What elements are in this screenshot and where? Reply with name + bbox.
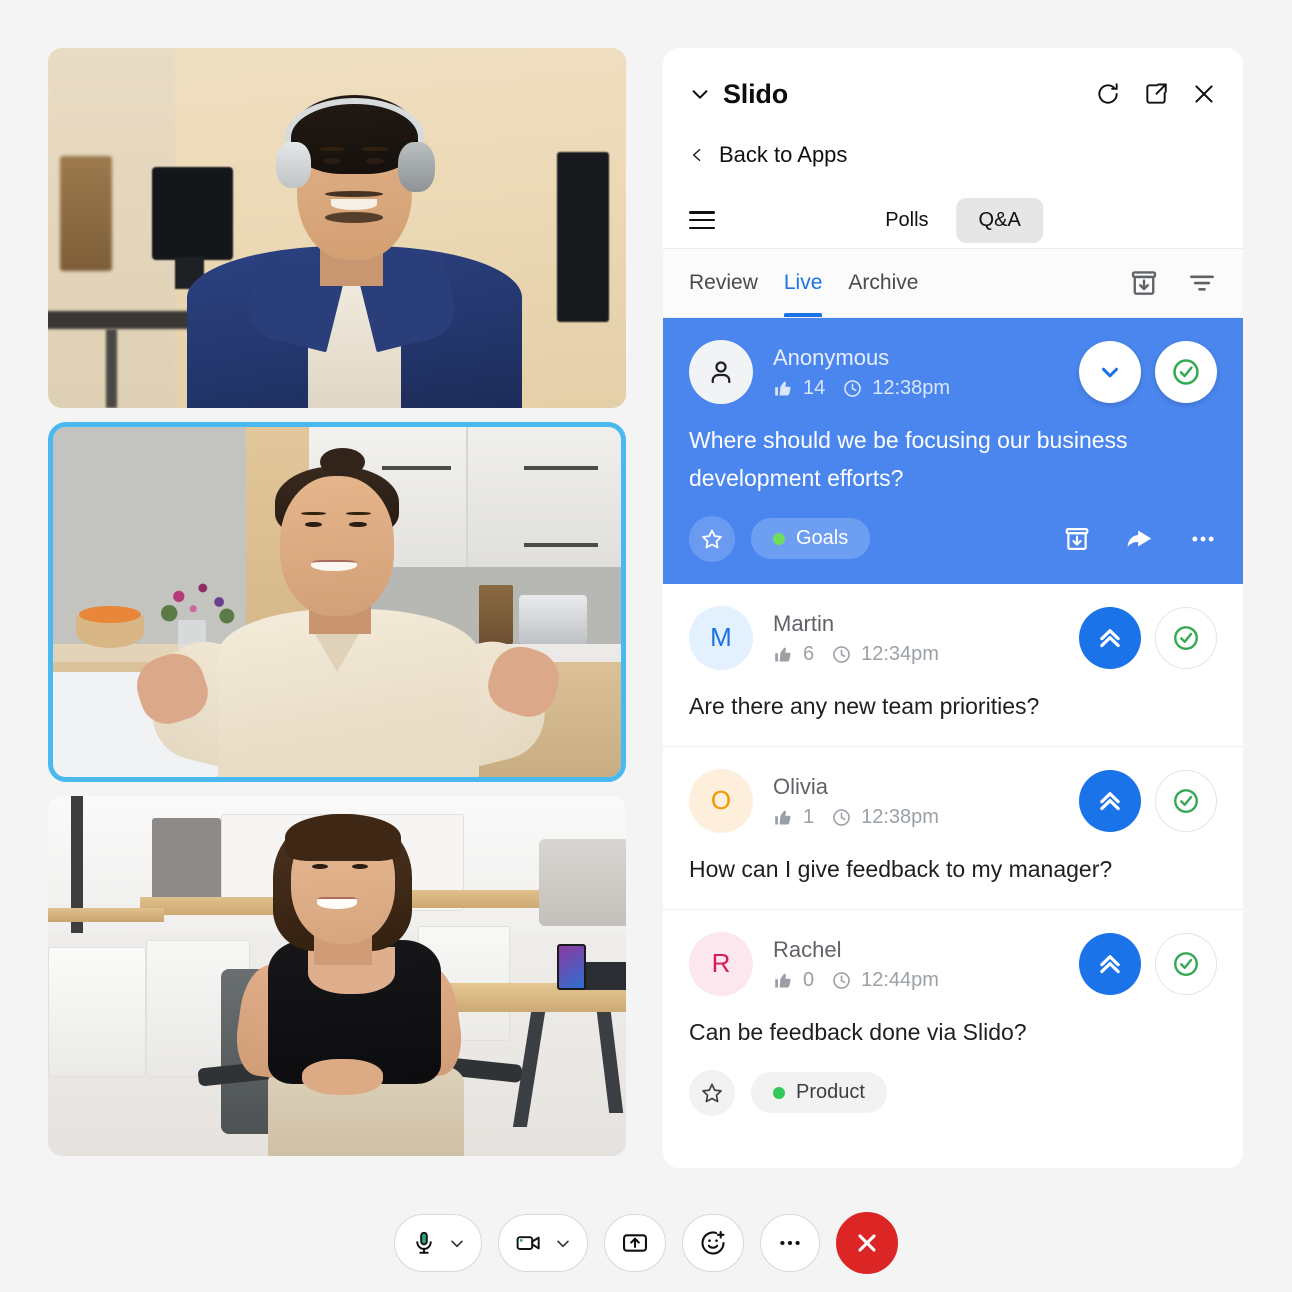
thumbs-up-icon xyxy=(773,644,794,665)
tag-dot-icon xyxy=(773,1086,785,1099)
chevron-down-icon[interactable] xyxy=(689,83,711,105)
hamburger-menu-icon[interactable] xyxy=(689,211,715,229)
close-icon[interactable] xyxy=(1191,81,1217,107)
archive-icon[interactable] xyxy=(1063,525,1091,553)
video-feed-2 xyxy=(53,427,621,777)
like-count: 14 xyxy=(803,376,826,399)
back-to-apps-label: Back to Apps xyxy=(719,142,848,167)
more-horizontal-icon xyxy=(777,1230,803,1256)
participant-tile-2[interactable] xyxy=(48,422,626,782)
question-author: Rachel xyxy=(773,937,842,962)
avatar: O xyxy=(689,768,753,833)
share-screen-icon xyxy=(621,1229,649,1257)
question-card[interactable]: M Martin 6 12:34pm Are there any new tea… xyxy=(663,584,1243,747)
question-text: Can be feedback done via Slido? xyxy=(689,1018,1027,1045)
timestamp: 12:34pm xyxy=(861,642,939,665)
video-grid xyxy=(48,48,626,1156)
close-icon xyxy=(853,1229,881,1257)
expand-question-button[interactable] xyxy=(1079,341,1141,403)
clock-icon xyxy=(831,807,852,828)
refresh-icon[interactable] xyxy=(1095,81,1121,107)
question-meta: 6 12:34pm xyxy=(773,643,939,666)
like-count: 0 xyxy=(803,968,815,991)
question-card[interactable]: R Rachel 0 12:44pm Can be feedback done … xyxy=(663,910,1243,1136)
mark-answered-button[interactable] xyxy=(1155,606,1217,669)
like-count: 1 xyxy=(803,805,815,828)
filter-icon[interactable] xyxy=(1187,268,1217,298)
subtab-review[interactable]: Review xyxy=(689,249,758,317)
timestamp: 12:44pm xyxy=(861,968,939,991)
avatar: M xyxy=(689,605,753,670)
panel-tabs: Polls Q&A xyxy=(689,192,1217,248)
avatar xyxy=(689,340,753,404)
timestamp: 12:38pm xyxy=(861,805,939,828)
mark-answered-button[interactable] xyxy=(1155,341,1217,403)
chevron-down-icon[interactable] xyxy=(447,1233,467,1253)
chevron-down-icon[interactable] xyxy=(553,1233,573,1253)
smiley-plus-icon xyxy=(699,1229,727,1257)
app-title: Slido xyxy=(723,78,788,109)
star-button[interactable] xyxy=(689,515,735,562)
thumbs-up-icon xyxy=(773,970,794,991)
reply-icon[interactable] xyxy=(1125,524,1155,554)
tag-dot-icon xyxy=(773,532,785,545)
like-count: 6 xyxy=(803,642,815,665)
question-author: Anonymous xyxy=(773,345,890,371)
questions-list: Anonymous 14 12:38pm Where should we be … xyxy=(663,318,1243,1168)
microphone-button[interactable] xyxy=(394,1214,482,1272)
question-text: Are there any new team priorities? xyxy=(689,692,1040,719)
more-icon[interactable] xyxy=(1189,525,1217,553)
clock-icon xyxy=(842,378,863,399)
mark-answered-button[interactable] xyxy=(1155,769,1217,832)
upvote-button[interactable] xyxy=(1079,932,1141,995)
mark-answered-button[interactable] xyxy=(1155,932,1217,995)
question-author: Martin xyxy=(773,611,835,637)
participant-tile-3[interactable] xyxy=(48,796,626,1156)
meeting-window: Slido Back to Apps Polls Q&A Review Live… xyxy=(0,0,1292,1292)
question-author: Olivia xyxy=(773,774,829,800)
tag-label: Product xyxy=(796,1081,865,1104)
subtab-archive[interactable]: Archive xyxy=(848,249,918,317)
question-meta: 1 12:38pm xyxy=(773,806,939,829)
avatar: R xyxy=(689,931,753,996)
subtab-live[interactable]: Live xyxy=(783,249,822,317)
question-meta: 0 12:44pm xyxy=(773,969,939,992)
panel-header: Slido Back to Apps Polls Q&A xyxy=(663,48,1243,248)
timestamp: 12:38pm xyxy=(872,376,951,399)
microphone-icon xyxy=(411,1230,437,1256)
video-feed-1 xyxy=(48,48,626,408)
star-button[interactable] xyxy=(689,1069,735,1116)
back-to-apps-button[interactable]: Back to Apps xyxy=(689,132,1217,178)
tab-polls[interactable]: Polls xyxy=(863,198,950,243)
thumbs-up-icon xyxy=(773,378,794,399)
upvote-button[interactable] xyxy=(1079,769,1141,832)
thumbs-up-icon xyxy=(773,807,794,828)
question-text: How can I give feedback to my manager? xyxy=(689,855,1113,882)
camera-button[interactable] xyxy=(498,1214,588,1272)
question-tag[interactable]: Goals xyxy=(751,518,871,560)
slido-panel: Slido Back to Apps Polls Q&A Review Live… xyxy=(663,48,1243,1168)
participant-tile-1[interactable] xyxy=(48,48,626,408)
camera-icon xyxy=(515,1230,543,1256)
tab-qa[interactable]: Q&A xyxy=(956,197,1043,243)
reactions-button[interactable] xyxy=(682,1214,744,1272)
share-screen-button[interactable] xyxy=(604,1214,666,1272)
upvote-button[interactable] xyxy=(1079,606,1141,669)
question-card-featured[interactable]: Anonymous 14 12:38pm Where should we be … xyxy=(663,318,1243,584)
meeting-controls-toolbar xyxy=(0,1212,1292,1274)
question-tag[interactable]: Product xyxy=(751,1072,887,1114)
question-card[interactable]: O Olivia 1 12:38pm How can I give feedba… xyxy=(663,747,1243,910)
question-text: Where should we be focusing our business… xyxy=(689,427,1128,491)
question-meta: 14 12:38pm xyxy=(773,377,950,400)
video-feed-3 xyxy=(48,796,626,1156)
tag-label: Goals xyxy=(796,527,849,550)
clock-icon xyxy=(831,644,852,665)
clock-icon xyxy=(831,970,852,991)
archive-icon[interactable] xyxy=(1129,268,1159,298)
chevron-left-icon xyxy=(689,144,705,166)
end-call-button[interactable] xyxy=(836,1212,898,1274)
more-options-button[interactable] xyxy=(760,1214,820,1272)
pop-out-icon[interactable] xyxy=(1143,81,1169,107)
qa-subtabs: Review Live Archive xyxy=(663,248,1243,318)
